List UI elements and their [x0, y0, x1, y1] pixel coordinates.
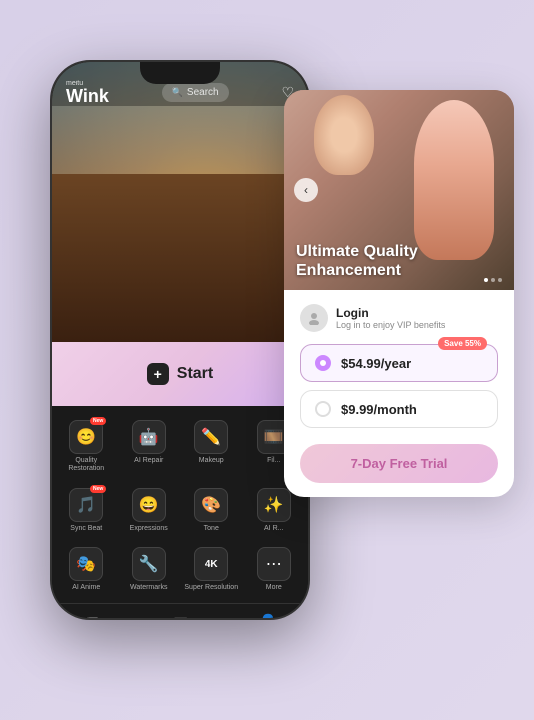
- tool-ai-repair[interactable]: 🤖 AI Repair: [119, 414, 180, 480]
- nav-home[interactable]: ⊞ Home: [82, 613, 103, 618]
- pricing-monthly[interactable]: $9.99/month: [300, 390, 498, 428]
- quality-restoration-icon: 😊 New: [69, 420, 103, 454]
- radio-monthly: [315, 401, 331, 417]
- hero-title: Ultimate QualityEnhancement: [296, 242, 502, 280]
- pricing-yearly[interactable]: $54.99/year Save 55%: [300, 344, 498, 382]
- tool-watermarks[interactable]: 🔧 Watermarks: [119, 541, 180, 598]
- tool-tone[interactable]: 🎨 Tone: [181, 482, 242, 539]
- brand-name: meitu: [66, 80, 83, 87]
- price-monthly: $9.99/month: [341, 402, 417, 417]
- tools-grid: 😊 New Quality Restoration 🤖 AI Repair ✏️…: [56, 414, 304, 599]
- tone-icon: 🎨: [194, 488, 228, 522]
- search-label: Search: [187, 87, 219, 98]
- quality-restoration-label: Quality Restoration: [58, 457, 115, 474]
- popup-hero: ‹ Ultimate QualityEnhancement: [284, 90, 514, 290]
- login-title: Login: [336, 306, 445, 320]
- prev-slide-button[interactable]: ‹: [294, 178, 318, 202]
- ai-anime-icon: 🎭: [69, 547, 103, 581]
- plus-icon: +: [147, 363, 169, 385]
- ai-repair-label: AI Repair: [134, 457, 163, 465]
- nav-me[interactable]: 👤 Me: [258, 613, 278, 618]
- watermarks-label: Watermarks: [130, 584, 167, 592]
- popup-card: ‹ Ultimate QualityEnhancement Login: [284, 90, 514, 497]
- new-badge: New: [90, 417, 106, 425]
- search-bar[interactable]: 🔍 Search: [162, 83, 229, 102]
- watermarks-icon: 🔧: [132, 547, 166, 581]
- model-figure: [414, 100, 494, 260]
- tool-sync-beat[interactable]: 🎵 New Sync Beat: [56, 482, 117, 539]
- sync-beat-label: Sync Beat: [70, 525, 102, 533]
- hero-text-overlay: Ultimate QualityEnhancement: [296, 242, 502, 280]
- tools-section: 😊 New Quality Restoration 🤖 AI Repair ✏️…: [52, 406, 308, 603]
- nav-templates[interactable]: ◫ Templates: [162, 613, 198, 618]
- tool-makeup[interactable]: ✏️ Makeup: [181, 414, 242, 480]
- start-section: + Start: [52, 342, 308, 406]
- tool-super-resolution[interactable]: 4K Super Resolution: [181, 541, 242, 598]
- phone-screen: meitu Wink 🔍 Search ♡ + Start: [52, 62, 308, 618]
- radio-yearly: [315, 355, 331, 371]
- price-yearly: $54.99/year: [341, 356, 411, 371]
- profile-icon: 👤: [258, 613, 278, 618]
- radio-dot-yearly: [320, 360, 326, 366]
- app-name: Wink: [66, 87, 109, 105]
- super-resolution-icon: 4K: [194, 547, 228, 581]
- login-row[interactable]: Login Log in to enjoy VIP benefits: [300, 304, 498, 332]
- more-icon: ⋯: [257, 547, 291, 581]
- ai-r-icon: ✨: [257, 488, 291, 522]
- expressions-label: Expressions: [130, 525, 168, 533]
- hero-ground: [52, 174, 308, 342]
- slide-dot-2: [491, 278, 495, 282]
- new-badge-2: New: [90, 485, 106, 493]
- phone-mockup: meitu Wink 🔍 Search ♡ + Start: [50, 60, 310, 620]
- templates-icon: ◫: [173, 613, 188, 618]
- slide-dot-3: [498, 278, 502, 282]
- home-icon: ⊞: [86, 613, 99, 618]
- tone-label: Tone: [204, 525, 219, 533]
- ai-anime-label: AI Anime: [72, 584, 100, 592]
- search-icon: 🔍: [172, 87, 183, 98]
- popup-content: Login Log in to enjoy VIP benefits $54.9…: [284, 290, 514, 497]
- sync-beat-icon: 🎵 New: [69, 488, 103, 522]
- makeup-label: Makeup: [199, 457, 224, 465]
- super-resolution-label: Super Resolution: [184, 584, 238, 592]
- save-badge: Save 55%: [438, 337, 487, 350]
- phone-notch: [140, 62, 220, 84]
- expressions-icon: 😄: [132, 488, 166, 522]
- bottom-nav: ⊞ Home ◫ Templates 👤 Me: [52, 603, 308, 618]
- app-logo: meitu Wink: [66, 80, 109, 105]
- slide-indicators: [484, 278, 502, 282]
- trial-button[interactable]: 7-Day Free Trial: [300, 444, 498, 483]
- tool-more[interactable]: ⋯ More: [244, 541, 305, 598]
- ai-repair-icon: 🤖: [132, 420, 166, 454]
- makeup-icon: ✏️: [194, 420, 228, 454]
- start-button[interactable]: Start: [177, 365, 213, 383]
- filter-label: Fil...: [267, 457, 280, 465]
- tool-expressions[interactable]: 😄 Expressions: [119, 482, 180, 539]
- more-label: More: [266, 584, 282, 592]
- tool-ai-anime[interactable]: 🎭 AI Anime: [56, 541, 117, 598]
- login-text: Login Log in to enjoy VIP benefits: [336, 306, 445, 330]
- ai-r-label: AI R...: [264, 525, 283, 533]
- login-subtitle: Log in to enjoy VIP benefits: [336, 320, 445, 330]
- slide-dot-1: [484, 278, 488, 282]
- user-avatar: [300, 304, 328, 332]
- tool-quality-restoration[interactable]: 😊 New Quality Restoration: [56, 414, 117, 480]
